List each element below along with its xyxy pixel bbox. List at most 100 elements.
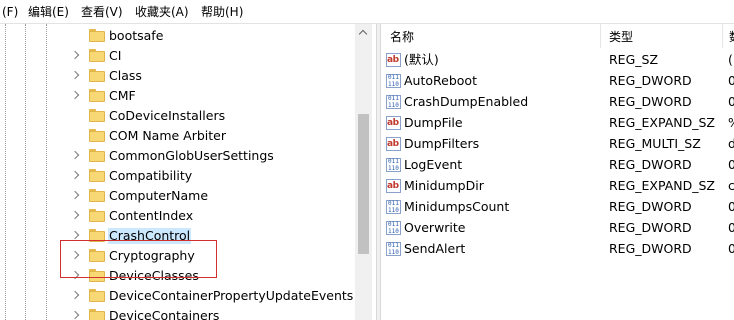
column-divider[interactable] (722, 24, 723, 48)
string-value-icon: ab (386, 137, 401, 151)
menu-bar: (F) 编辑(E) 查看(V) 收藏夹(A) 帮助(H) (0, 0, 734, 24)
tree-item[interactable]: bootsafe (0, 26, 355, 46)
registry-tree: bootsafe CI Class CMF CoDeviceInstallers COM … (0, 24, 376, 320)
value-row[interactable]: 011 110 Overwrite REG_DWORD 0 (381, 218, 734, 239)
chevron-right-icon[interactable] (70, 50, 80, 60)
chevron-right-icon[interactable] (70, 150, 80, 160)
folder-icon (89, 69, 105, 82)
chevron-right-icon[interactable] (70, 230, 80, 240)
tree-item-label[interactable]: DeviceContainerPropertyUpdateEvents (108, 288, 354, 304)
value-row[interactable]: 011 110 AutoReboot REG_DWORD 0 (381, 71, 734, 92)
value-data: 0 (728, 241, 734, 256)
value-type: REG_DWORD (609, 241, 692, 256)
chevron-right-icon[interactable] (70, 190, 80, 200)
tree-item-label[interactable]: Class (108, 68, 143, 84)
chevron-right-icon[interactable] (70, 310, 80, 320)
folder-icon (89, 89, 105, 102)
menu-edit[interactable]: 编辑(E) (28, 4, 69, 20)
tree-item[interactable]: ComputerName (0, 186, 355, 206)
value-row[interactable]: 011 110 CrashDumpEnabled REG_DWORD 0 (381, 92, 734, 113)
value-type: REG_DWORD (609, 73, 692, 88)
value-type: REG_DWORD (609, 157, 692, 172)
tree-item[interactable]: CommonGlobUserSettings (0, 146, 355, 166)
column-header-type[interactable]: 类型 (609, 29, 633, 45)
menu-view[interactable]: 查看(V) (81, 4, 123, 20)
tree-item-label[interactable]: Compatibility (108, 168, 193, 184)
tree-item-label[interactable]: ContentIndex (108, 208, 194, 224)
value-data: 0 (728, 73, 734, 88)
value-data: 0 (728, 94, 734, 109)
string-value-icon: ab (386, 53, 401, 67)
column-header: 名称 类型 数 (381, 24, 734, 48)
binary-value-icon: 011 110 (386, 158, 401, 172)
column-header-name[interactable]: 名称 (390, 29, 414, 45)
value-row[interactable]: 011 110 LogEvent REG_DWORD 0 (381, 155, 734, 176)
folder-icon (89, 49, 105, 62)
scroll-up-arrow-icon[interactable] (355, 24, 372, 41)
folder-icon (89, 189, 105, 202)
tree-scrollbar[interactable] (355, 24, 372, 320)
tree-item[interactable]: Compatibility (0, 166, 355, 186)
value-name: (默认) (404, 52, 439, 67)
value-data: 0 (728, 157, 734, 172)
folder-icon (89, 209, 105, 222)
tree-item[interactable]: COM Name Arbiter (0, 126, 355, 146)
tree-item[interactable]: CMF (0, 86, 355, 106)
tree-item[interactable]: Class (0, 66, 355, 86)
folder-icon (89, 289, 105, 302)
binary-value-icon: 011 110 (386, 95, 401, 109)
chevron-right-icon[interactable] (70, 170, 80, 180)
value-row[interactable]: 011 110 SendAlert REG_DWORD 0 (381, 239, 734, 260)
menu-help[interactable]: 帮助(H) (201, 4, 243, 20)
menu-favorites[interactable]: 收藏夹(A) (135, 4, 189, 20)
menu-file[interactable]: (F) (2, 4, 18, 20)
tree-item-label[interactable]: CommonGlobUserSettings (108, 148, 275, 164)
tree-item[interactable]: DeviceContainerPropertyUpdateEvents (0, 286, 355, 306)
tree-item-label[interactable]: CMF (108, 88, 137, 104)
tree-item-label[interactable]: COM Name Arbiter (108, 128, 227, 144)
folder-icon (89, 29, 105, 42)
tree-item-label[interactable]: ComputerName (108, 188, 209, 204)
value-data: c (728, 178, 734, 193)
chevron-right-icon[interactable] (70, 210, 80, 220)
value-name: MinidumpsCount (404, 199, 510, 214)
tree-item-label[interactable]: DeviceContainers (108, 308, 220, 320)
binary-value-icon: 011 110 (386, 242, 401, 256)
value-row[interactable]: 011 110 MinidumpsCount REG_DWORD 0 (381, 197, 734, 218)
tree-item-label[interactable]: CI (108, 48, 122, 64)
value-row[interactable]: abDumpFile REG_EXPAND_SZ% (381, 113, 734, 134)
scroll-thumb[interactable] (358, 114, 369, 254)
value-data: d (728, 136, 734, 151)
value-type: REG_EXPAND_SZ (609, 115, 715, 130)
values-list: 名称 类型 数 ab(默认)REG_SZ(011110AutoRebootREG… (381, 24, 734, 320)
value-row[interactable]: ab (默认) REG_SZ ( (381, 50, 734, 71)
value-type: REG_DWORD (609, 94, 692, 109)
folder-icon (89, 309, 105, 320)
value-name: CrashDumpEnabled (404, 94, 529, 109)
string-value-icon: ab (386, 116, 401, 130)
value-type: REG_DWORD (609, 199, 692, 214)
binary-value-icon: 011 110 (386, 221, 401, 235)
value-name: SendAlert (404, 241, 466, 256)
column-header-data[interactable]: 数 (729, 29, 734, 45)
value-type: REG_EXPAND_SZ (609, 178, 715, 193)
binary-value-icon: 011 110 (386, 200, 401, 214)
value-name: LogEvent (404, 157, 463, 172)
tree-item[interactable]: CoDeviceInstallers (0, 106, 355, 126)
value-type: REG_MULTI_SZ (609, 136, 701, 151)
chevron-right-icon[interactable] (70, 70, 80, 80)
tree-item[interactable]: CI (0, 46, 355, 66)
value-row[interactable]: ab DumpFilters REG_MULTI_SZ d (381, 134, 734, 155)
tree-item[interactable]: ContentIndex (0, 206, 355, 226)
value-name: DumpFilters (404, 136, 480, 151)
value-row[interactable]: ab MinidumpDir REG_EXPAND_SZ c (381, 176, 734, 197)
tree-item-label[interactable]: CoDeviceInstallers (108, 108, 226, 124)
folder-icon (89, 129, 105, 142)
tree-item[interactable]: DeviceContainers (0, 306, 355, 320)
value-type: REG_DWORD (609, 220, 692, 235)
chevron-right-icon[interactable] (70, 290, 80, 300)
chevron-right-icon[interactable] (70, 90, 80, 100)
column-divider[interactable] (600, 24, 601, 48)
folder-icon (89, 149, 105, 162)
tree-item-label[interactable]: bootsafe (108, 28, 164, 44)
